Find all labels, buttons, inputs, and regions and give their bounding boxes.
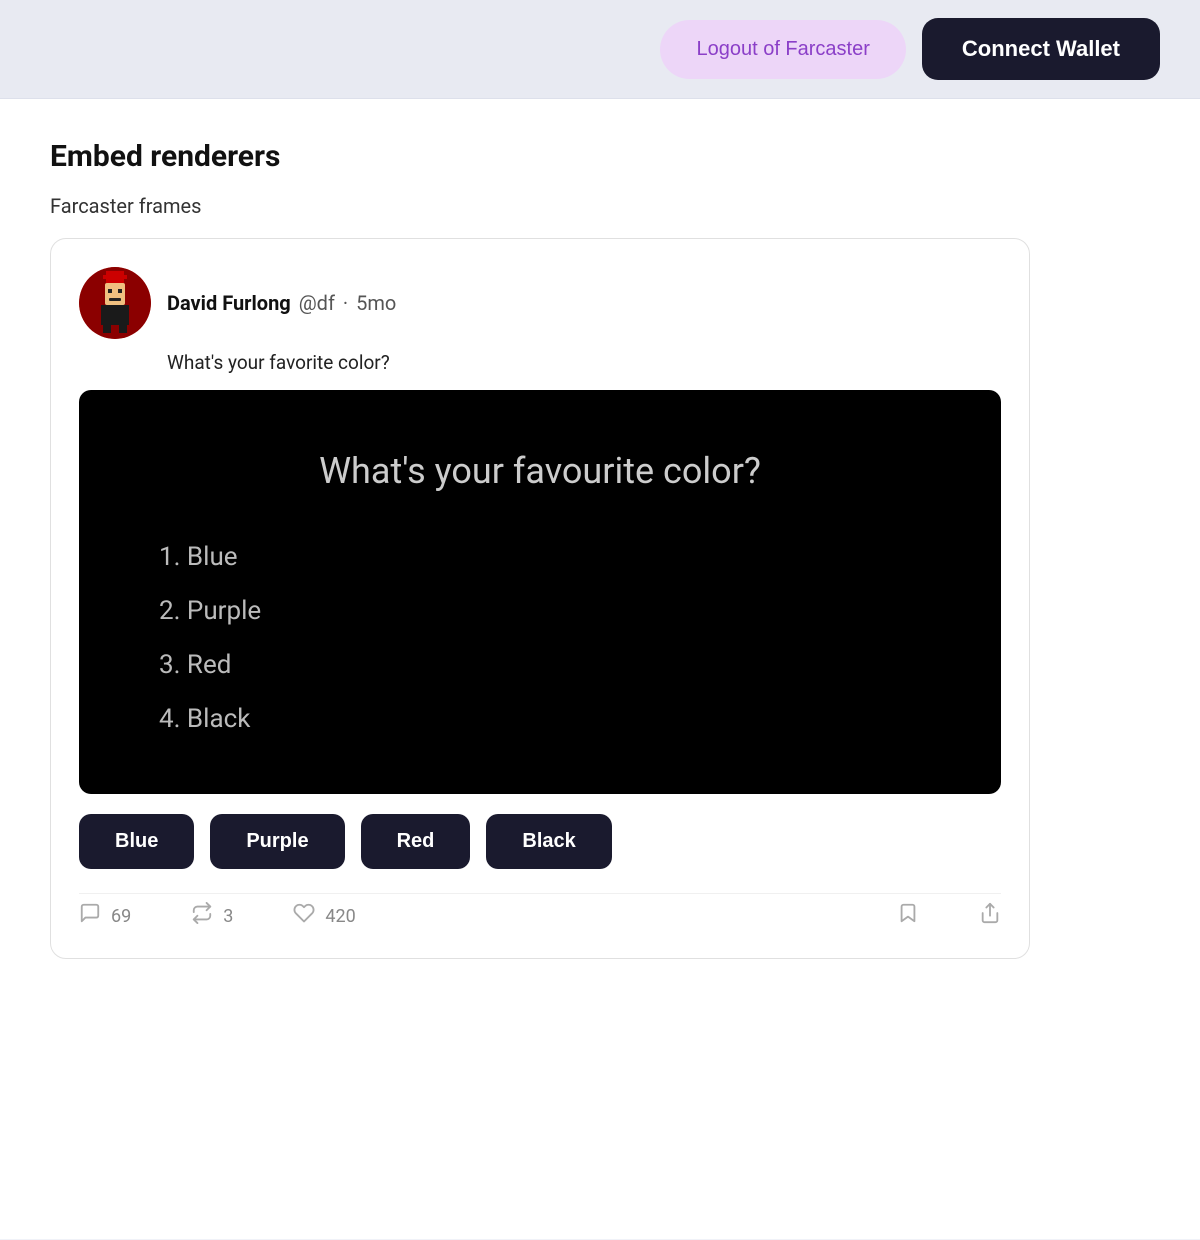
repost-icon <box>191 902 213 930</box>
red-button[interactable]: Red <box>361 814 471 869</box>
frame-option-2: 2. Purple <box>159 596 951 626</box>
bookmark-icon <box>897 902 919 930</box>
like-icon <box>293 902 315 930</box>
logout-button[interactable]: Logout of Farcaster <box>660 20 905 79</box>
frame-option-3: 3. Red <box>159 650 951 680</box>
share-icon <box>979 902 1001 930</box>
comment-action[interactable]: 69 <box>79 902 131 930</box>
comment-icon <box>79 902 101 930</box>
author-name: David Furlong <box>167 291 291 315</box>
post-card: David Furlong @df · 5mo What's your favo… <box>50 238 1030 959</box>
black-button[interactable]: Black <box>486 814 611 869</box>
like-count: 420 <box>325 906 355 927</box>
purple-button[interactable]: Purple <box>210 814 344 869</box>
section-title: Embed renderers <box>50 139 1150 174</box>
post-dot: · <box>343 291 348 315</box>
subsection-title: Farcaster frames <box>50 194 1150 218</box>
connect-wallet-button[interactable]: Connect Wallet <box>922 18 1160 80</box>
post-time: 5mo <box>356 291 396 315</box>
repost-count: 3 <box>223 906 233 927</box>
frame-title: What's your favourite color? <box>129 450 951 492</box>
post-meta: David Furlong @df · 5mo <box>167 291 396 315</box>
frame-option-4: 4. Black <box>159 704 951 734</box>
color-buttons: Blue Purple Red Black <box>79 814 1001 869</box>
post-actions: 69 3 420 <box>79 893 1001 930</box>
repost-action[interactable]: 3 <box>191 902 233 930</box>
main-content: Embed renderers Farcaster frames <box>0 99 1200 1239</box>
like-action[interactable]: 420 <box>293 902 355 930</box>
blue-button[interactable]: Blue <box>79 814 194 869</box>
header: Logout of Farcaster Connect Wallet <box>0 0 1200 99</box>
share-action[interactable] <box>979 902 1001 930</box>
post-header: David Furlong @df · 5mo <box>79 267 1001 339</box>
post-text: What's your favorite color? <box>167 351 1001 374</box>
bookmark-action[interactable] <box>897 902 919 930</box>
comment-count: 69 <box>111 906 131 927</box>
avatar <box>79 267 151 339</box>
author-handle: @df <box>299 291 335 315</box>
frame-option-1: 1. Blue <box>159 542 951 572</box>
author-line: David Furlong @df · 5mo <box>167 291 396 315</box>
frame-options: 1. Blue 2. Purple 3. Red 4. Black <box>129 542 951 734</box>
frame-image: What's your favourite color? 1. Blue 2. … <box>79 390 1001 794</box>
